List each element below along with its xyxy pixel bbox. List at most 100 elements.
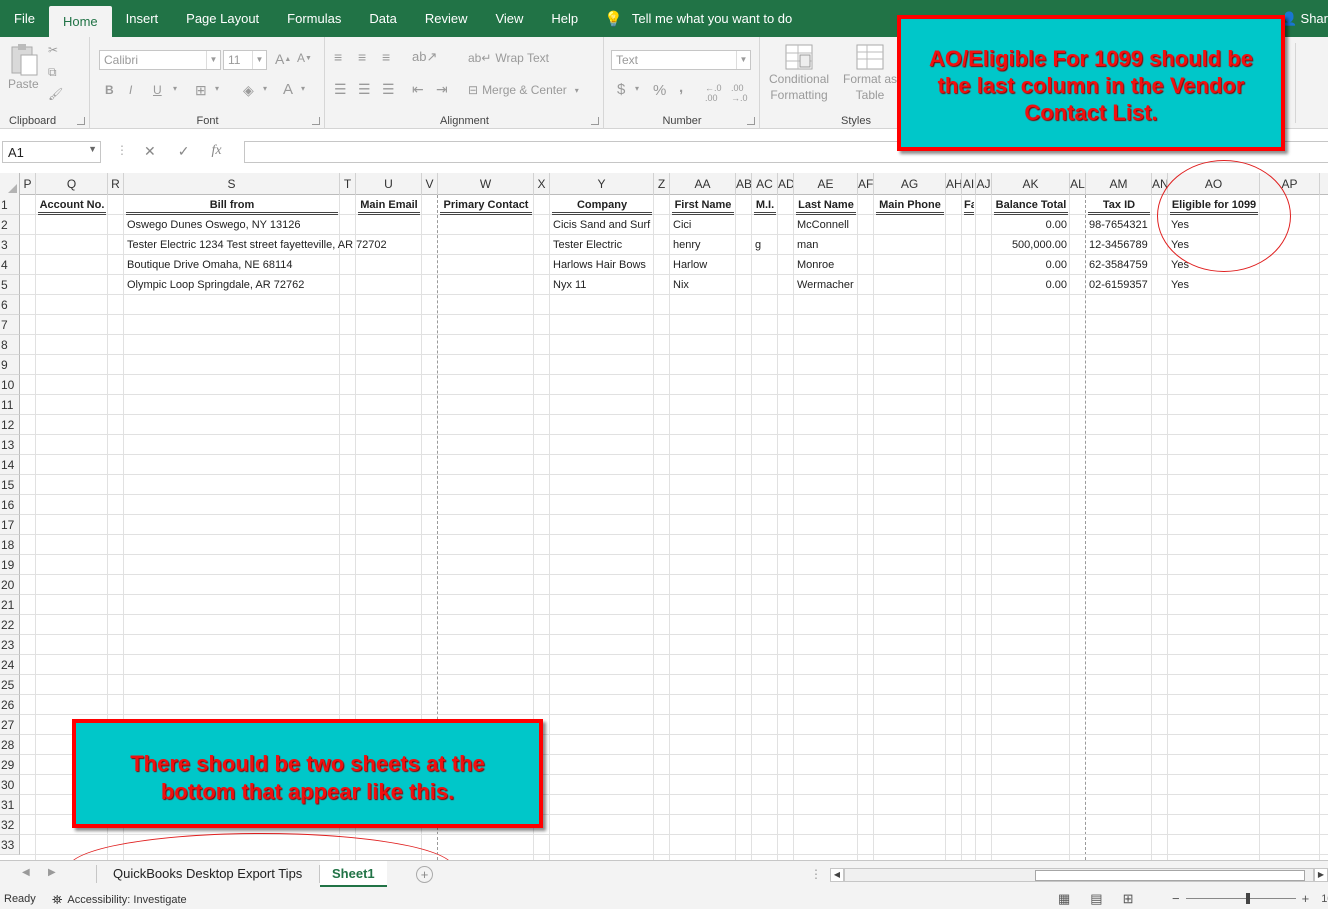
row-header-15[interactable]: 15 bbox=[0, 475, 20, 495]
format-painter-icon[interactable]: 🖌 bbox=[48, 87, 63, 101]
column-header-q[interactable]: Q bbox=[36, 173, 108, 195]
accessibility-status[interactable]: ⛯ Accessibility: Investigate bbox=[52, 892, 187, 908]
italic-button[interactable]: I bbox=[129, 83, 132, 97]
chevron-down-icon[interactable]: ▾ bbox=[173, 84, 177, 93]
align-right-icon[interactable]: ☰ bbox=[382, 81, 395, 98]
add-sheet-icon[interactable]: + bbox=[416, 866, 433, 883]
column-header-s[interactable]: S bbox=[124, 173, 340, 195]
tab-page-layout[interactable]: Page Layout bbox=[172, 0, 273, 37]
scroll-thumb[interactable] bbox=[1035, 870, 1305, 881]
increase-indent-icon[interactable]: ⇥ bbox=[436, 81, 448, 98]
cell-y-2[interactable]: Cicis Sand and Surf bbox=[553, 215, 650, 235]
row-header-11[interactable]: 11 bbox=[0, 395, 20, 415]
row-header-32[interactable]: 32 bbox=[0, 815, 20, 835]
row-header-6[interactable]: 6 bbox=[0, 295, 20, 315]
row-header-1[interactable]: 1 bbox=[0, 195, 20, 215]
scroll-right-icon[interactable]: ▶ bbox=[1314, 868, 1328, 882]
row-header-24[interactable]: 24 bbox=[0, 655, 20, 675]
row-header-29[interactable]: 29 bbox=[0, 755, 20, 775]
row-header-18[interactable]: 18 bbox=[0, 535, 20, 555]
tab-insert[interactable]: Insert bbox=[112, 0, 173, 37]
row-header-2[interactable]: 2 bbox=[0, 215, 20, 235]
column-header-ac[interactable]: AC bbox=[752, 173, 778, 195]
column-header-t[interactable]: T bbox=[340, 173, 356, 195]
header-cell-u[interactable]: Main Email bbox=[358, 195, 420, 215]
column-header-z[interactable]: Z bbox=[654, 173, 670, 195]
column-header-ab[interactable]: AB bbox=[736, 173, 752, 195]
tab-home[interactable]: Home bbox=[48, 6, 112, 37]
zoom-slider-knob[interactable] bbox=[1245, 893, 1250, 904]
row-header-3[interactable]: 3 bbox=[0, 235, 20, 255]
cell-y-5[interactable]: Nyx 11 bbox=[553, 275, 586, 295]
header-cell-aa[interactable]: First Name bbox=[672, 195, 734, 215]
column-header-al[interactable]: AL bbox=[1070, 173, 1086, 195]
page-layout-view-icon[interactable]: ▤ bbox=[1090, 891, 1102, 907]
column-header-ah[interactable]: AH bbox=[946, 173, 962, 195]
row-header-7[interactable]: 7 bbox=[0, 315, 20, 335]
currency-button[interactable]: $ bbox=[617, 81, 625, 98]
normal-view-icon[interactable]: ▦ bbox=[1058, 891, 1070, 907]
header-cell-q[interactable]: Account No. bbox=[38, 195, 106, 215]
merge-center-button[interactable]: ⊟ Merge & Center ▾ bbox=[468, 83, 579, 97]
cell-ac-3[interactable]: g bbox=[755, 235, 761, 255]
scroll-track[interactable] bbox=[844, 868, 1314, 882]
prev-sheet-icon[interactable]: ◀ bbox=[22, 867, 30, 878]
column-header-am[interactable]: AM bbox=[1086, 173, 1152, 195]
number-dialog-launcher[interactable] bbox=[747, 117, 755, 125]
column-header-w[interactable]: W bbox=[438, 173, 534, 195]
shrink-font-icon[interactable]: A ▼ bbox=[297, 51, 312, 65]
percent-button[interactable]: % bbox=[653, 82, 666, 99]
font-dialog-launcher[interactable] bbox=[312, 117, 320, 125]
row-header-10[interactable]: 10 bbox=[0, 375, 20, 395]
zoom-out-icon[interactable]: − bbox=[1172, 891, 1180, 906]
comma-button[interactable]: , bbox=[679, 79, 683, 96]
row-header-13[interactable]: 13 bbox=[0, 435, 20, 455]
select-all-button[interactable] bbox=[0, 173, 20, 195]
cell-am-3[interactable]: 12-3456789 bbox=[1089, 235, 1148, 255]
next-sheet-icon[interactable]: ▶ bbox=[48, 867, 56, 878]
page-break-view-icon[interactable]: ⊞ bbox=[1123, 891, 1134, 907]
row-header-33[interactable]: 33 bbox=[0, 835, 20, 855]
bottom-align-icon[interactable]: ≡ bbox=[382, 49, 390, 65]
row-header-9[interactable]: 9 bbox=[0, 355, 20, 375]
column-header-ad[interactable]: AD bbox=[778, 173, 794, 195]
cell-s-4[interactable]: Boutique Drive Omaha, NE 68114 bbox=[127, 255, 293, 275]
cell-s-3[interactable]: Tester Electric 1234 Test street fayette… bbox=[127, 235, 387, 255]
row-header-20[interactable]: 20 bbox=[0, 575, 20, 595]
column-header-x[interactable]: X bbox=[534, 173, 550, 195]
share-button[interactable]: 👤 Shar bbox=[1281, 0, 1328, 37]
column-header-aj[interactable]: AJ bbox=[976, 173, 992, 195]
cell-ae-5[interactable]: Wermacher bbox=[797, 275, 854, 295]
tab-file[interactable]: File bbox=[0, 0, 49, 37]
cell-ae-2[interactable]: McConnell bbox=[797, 215, 849, 235]
decrease-decimal-icon[interactable]: .00 →.0 bbox=[731, 83, 748, 103]
align-left-icon[interactable]: ☰ bbox=[334, 81, 347, 98]
tab-view[interactable]: View bbox=[481, 0, 537, 37]
tab-data[interactable]: Data bbox=[355, 0, 410, 37]
column-header-af[interactable]: AF bbox=[858, 173, 874, 195]
font-name-combo[interactable]: Calibri ▼ bbox=[99, 50, 221, 70]
chevron-down-icon[interactable]: ▾ bbox=[301, 84, 305, 93]
top-align-icon[interactable]: ≡ bbox=[334, 49, 342, 65]
tab-help[interactable]: Help bbox=[537, 0, 592, 37]
font-color-icon[interactable]: A bbox=[283, 81, 293, 98]
row-header-4[interactable]: 4 bbox=[0, 255, 20, 275]
cancel-icon[interactable]: ✕ bbox=[144, 143, 156, 160]
column-header-v[interactable]: V bbox=[422, 173, 438, 195]
cut-icon[interactable]: ✂ bbox=[48, 43, 58, 57]
decrease-indent-icon[interactable]: ⇤ bbox=[412, 81, 424, 98]
zoom-in-icon[interactable]: + bbox=[1302, 891, 1310, 906]
cell-s-5[interactable]: Olympic Loop Springdale, AR 72762 bbox=[127, 275, 304, 295]
cell-aa-2[interactable]: Cici bbox=[673, 215, 691, 235]
cell-aa-4[interactable]: Harlow bbox=[673, 255, 707, 275]
copy-icon[interactable]: ⧉ bbox=[48, 65, 57, 80]
row-header-28[interactable]: 28 bbox=[0, 735, 20, 755]
tab-split-grip-icon[interactable]: ⋮ bbox=[810, 867, 822, 881]
header-cell-ae[interactable]: Last Name bbox=[796, 195, 856, 215]
tell-me-search[interactable]: 💡 Tell me what you want to do bbox=[592, 0, 792, 37]
row-header-8[interactable]: 8 bbox=[0, 335, 20, 355]
header-cell-w[interactable]: Primary Contact bbox=[440, 195, 532, 215]
cell-ae-3[interactable]: man bbox=[797, 235, 818, 255]
row-header-23[interactable]: 23 bbox=[0, 635, 20, 655]
row-header-5[interactable]: 5 bbox=[0, 275, 20, 295]
